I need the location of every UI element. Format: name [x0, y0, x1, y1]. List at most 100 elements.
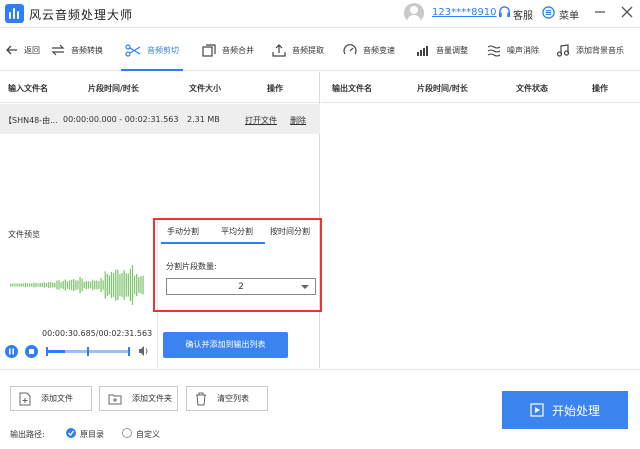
input-table-header: 输入文件名 片段时间/时长 文件大小 操作: [0, 72, 319, 103]
tab-noise-removal[interactable]: 噪声消除: [487, 29, 539, 71]
chevron-down-icon: [301, 285, 309, 289]
progress-fill: [47, 350, 66, 353]
trash-icon: [196, 392, 206, 405]
clear-list-button[interactable]: 清空列表: [186, 386, 268, 411]
menu-icon[interactable]: [542, 6, 555, 19]
tab-audio-convert[interactable]: 音频转换: [51, 29, 103, 71]
tab-even-split[interactable]: 平均分割: [221, 226, 253, 237]
tab-manual-split[interactable]: 手动分割: [167, 226, 199, 237]
range-split-handle[interactable]: [87, 347, 89, 356]
column-header: 操作: [592, 84, 608, 93]
scissors-icon: [125, 43, 141, 57]
table-row[interactable]: 【SHN48-由... 00:00:00.000 - 00:02:31.563 …: [0, 104, 320, 134]
segment-count-value: 2: [238, 282, 244, 292]
output-path-label: 输出路径:: [10, 430, 45, 439]
tab-audio-cut[interactable]: 音频剪切: [121, 29, 183, 71]
playback-progress-bar[interactable]: [46, 347, 130, 356]
convert-icon: [51, 44, 65, 56]
column-header: 文件大小: [189, 84, 221, 93]
active-tab-indicator: [161, 242, 265, 244]
tab-label: 音频剪切: [147, 45, 179, 55]
function-nav: 返回 音频转换 音频剪切 音频合并 音频提取 音频变速 音量调整 噪声消除 添加…: [0, 29, 640, 71]
column-header: 操作: [267, 84, 283, 93]
column-header: 片段时间/时长: [88, 84, 139, 93]
title-bar: 风云音频处理大师 123****8910 客服 菜单: [0, 0, 640, 28]
file-name: 【SHN48-由...: [4, 116, 58, 125]
split-options-panel: 手动分割 平均分割 按时间分割 分割片段数量: 2 确认并添加到输出列表: [157, 219, 320, 368]
column-header: 文件状态: [516, 84, 548, 93]
play-icon: [530, 403, 544, 417]
tab-audio-extract[interactable]: 音频提取: [272, 29, 324, 71]
add-file-button[interactable]: 添加文件: [10, 386, 92, 411]
tab-label: 音频变速: [363, 45, 395, 55]
bottom-toolbar: 添加文件 添加文件夹 清空列表 输出路径: 原目录 自定义 开始处理: [0, 369, 640, 449]
add-folder-icon: [108, 394, 122, 404]
waveform: [10, 265, 144, 305]
app-logo-icon: [5, 4, 24, 23]
delete-link[interactable]: 删除: [290, 115, 306, 126]
headset-icon[interactable]: [498, 6, 511, 19]
add-file-icon: [19, 392, 31, 405]
add-folder-button[interactable]: 添加文件夹: [99, 386, 178, 411]
upload-icon: [272, 43, 286, 57]
radio-custom-label[interactable]: 自定义: [136, 429, 160, 440]
menu-button[interactable]: 菜单: [559, 7, 579, 22]
segment-count-label: 分割片段数量:: [166, 262, 217, 271]
clear-list-label: 清空列表: [217, 394, 249, 403]
support-button[interactable]: 客服: [513, 7, 533, 22]
stop-button[interactable]: [25, 345, 38, 358]
check-icon: [68, 430, 75, 436]
volume-icon[interactable]: [138, 345, 150, 357]
close-icon[interactable]: [619, 4, 635, 20]
minimize-icon[interactable]: [592, 4, 608, 20]
open-file-link[interactable]: 打开文件: [245, 115, 277, 126]
tab-label: 音量调整: [436, 45, 468, 55]
tab-time-split[interactable]: 按时间分割: [270, 226, 310, 237]
avatar[interactable]: [404, 3, 424, 23]
pause-icon: [9, 348, 14, 355]
confirm-add-to-output-button[interactable]: 确认并添加到输出列表: [163, 332, 288, 358]
output-file-pane: 输出文件名 片段时间/时长 文件状态 操作: [321, 72, 640, 368]
arrow-left-icon: [6, 45, 17, 55]
time-range: 00:00:00.000 - 00:02:31.563: [63, 115, 179, 124]
tab-label: 音频合并: [222, 45, 254, 55]
output-table-header: 输出文件名 片段时间/时长 文件状态 操作: [321, 72, 640, 103]
tab-audio-speed[interactable]: 音频变速: [343, 29, 395, 71]
start-processing-label: 开始处理: [551, 403, 600, 418]
column-header: 片段时间/时长: [417, 84, 468, 93]
radio-custom-dir[interactable]: [122, 428, 132, 438]
user-id-link[interactable]: 123****8910: [432, 7, 497, 18]
volume-bars-icon: [417, 45, 428, 56]
preview-label: 文件预览: [8, 230, 40, 239]
add-file-label: 添加文件: [41, 394, 73, 403]
tab-label: 噪声消除: [507, 45, 539, 55]
start-processing-button[interactable]: 开始处理: [502, 391, 628, 429]
add-folder-label: 添加文件夹: [132, 394, 172, 403]
tab-label: 音频转换: [71, 45, 103, 55]
split-mode-tabs: 手动分割 平均分割 按时间分割: [158, 219, 321, 244]
tab-volume-adjust[interactable]: 音量调整: [416, 29, 468, 71]
range-end-handle[interactable]: [128, 347, 130, 356]
merge-icon: [202, 43, 216, 57]
radio-original-label[interactable]: 原目录: [80, 429, 104, 440]
tab-add-bgm[interactable]: 添加背景音乐: [556, 29, 624, 71]
stop-icon: [29, 349, 34, 354]
file-size: 2.31 MB: [187, 115, 220, 124]
column-header: 输入文件名: [8, 84, 48, 93]
file-preview-panel: 文件预览 00:00:30.685/00:02:31.563: [0, 219, 157, 368]
segment-count-select[interactable]: 2: [166, 278, 316, 295]
tab-audio-merge[interactable]: 音频合并: [202, 29, 254, 71]
tab-label: 添加背景音乐: [576, 45, 624, 55]
tab-label: 音频提取: [292, 45, 324, 55]
back-label: 返回: [24, 45, 40, 55]
playback-time: 00:00:30.685/00:02:31.563: [42, 329, 153, 338]
back-button[interactable]: 返回: [6, 29, 40, 71]
music-note-icon: [556, 43, 570, 57]
column-header: 输出文件名: [332, 84, 372, 93]
pause-button[interactable]: [5, 345, 18, 358]
app-title: 风云音频处理大师: [29, 8, 134, 22]
speed-icon: [343, 43, 357, 54]
radio-original-dir[interactable]: [66, 428, 76, 438]
noise-icon: [487, 44, 501, 57]
range-start-handle[interactable]: [46, 347, 48, 356]
